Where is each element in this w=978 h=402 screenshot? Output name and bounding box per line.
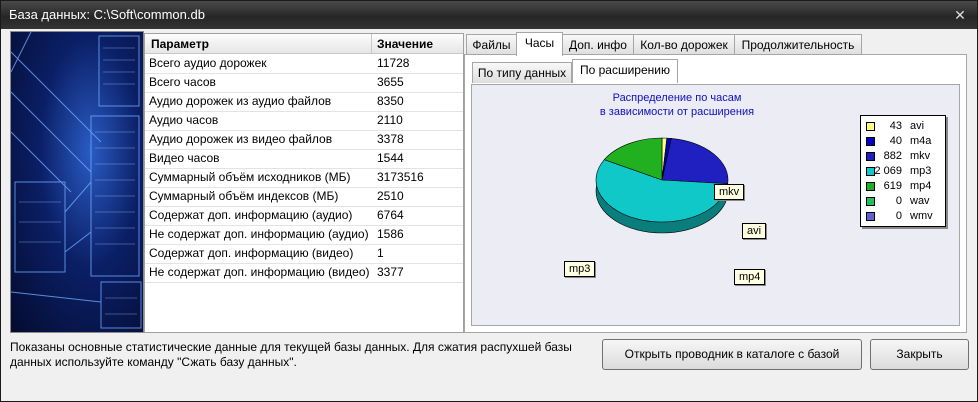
row-parameter: Не содержат доп. информацию (аудио) bbox=[149, 227, 369, 241]
row-value: 2110 bbox=[377, 113, 403, 127]
row-value: 1544 bbox=[377, 151, 404, 165]
row-value: 3377 bbox=[377, 265, 404, 279]
table-row[interactable]: Видео часов 1544 bbox=[145, 149, 463, 169]
table-row[interactable]: Аудио часов 2110 bbox=[145, 111, 463, 131]
legend-item-wmv: 0 wmv bbox=[864, 210, 944, 222]
database-stats-window: База данных: C:\Soft\common.db ✕ Парамет… bbox=[0, 0, 978, 402]
table-row[interactable]: Содержат доп. информацию (аудио) 6764 bbox=[145, 206, 463, 226]
row-value: 3378 bbox=[377, 132, 404, 146]
row-parameter: Содержат доп. информацию (видео) bbox=[149, 246, 354, 260]
open-explorer-button[interactable]: Открыть проводник в каталоге с базой bbox=[602, 339, 862, 370]
callout-mp3: mp3 bbox=[564, 261, 596, 277]
chart-legend: 43 avi 40 m4a 882 mkv 2 069 mp3 619 mp4 0 wav 0 wmv bbox=[860, 115, 946, 227]
legend-item-mp4: 619 mp4 bbox=[864, 180, 944, 192]
legend-label: m4a bbox=[910, 135, 932, 147]
row-value: 3655 bbox=[377, 75, 404, 89]
table-row[interactable]: Не содержат доп. информацию (аудио) 1586 bbox=[145, 225, 463, 245]
row-value: 3173516 bbox=[377, 170, 424, 184]
callout-mp4: mp4 bbox=[734, 269, 766, 285]
tab-files[interactable]: Файлы bbox=[466, 34, 517, 55]
row-value: 11728 bbox=[377, 56, 410, 70]
row-value: 1586 bbox=[377, 227, 404, 241]
pie-slice-mkv bbox=[661, 138, 729, 185]
callout-avi: avi bbox=[742, 223, 767, 239]
legend-item-wav: 0 wav bbox=[864, 195, 944, 207]
column-header-parameter[interactable]: Параметр bbox=[151, 37, 209, 51]
hours-tab-panel: По типу данных По расширению Распределен… bbox=[464, 54, 967, 333]
legend-item-m4a: 40 m4a bbox=[864, 135, 944, 147]
table-row[interactable]: Не содержат доп. информацию (видео) 3377 bbox=[145, 263, 463, 283]
legend-label: avi bbox=[910, 120, 925, 132]
table-row[interactable]: Суммарный объём индексов (МБ) 2510 bbox=[145, 187, 463, 207]
close-icon[interactable]: ✕ bbox=[951, 6, 969, 24]
row-parameter: Аудио дорожек из видео файлов bbox=[149, 132, 333, 146]
table-row[interactable]: Всего аудио дорожек 11728 bbox=[145, 54, 463, 74]
grid-header: Параметр Значение bbox=[145, 34, 463, 54]
row-parameter: Суммарный объём индексов (МБ) bbox=[149, 189, 339, 203]
tab-track-count[interactable]: Кол-во дорожек bbox=[633, 34, 735, 55]
legend-swatch bbox=[866, 152, 875, 161]
legend-label: wav bbox=[910, 195, 930, 207]
table-row[interactable]: Всего часов 3655 bbox=[145, 73, 463, 93]
close-button[interactable]: Закрыть bbox=[870, 339, 969, 370]
row-value: 1 bbox=[377, 246, 384, 260]
tab-hours[interactable]: Часы bbox=[516, 32, 563, 56]
title-bar[interactable]: База данных: C:\Soft\common.db ✕ bbox=[1, 1, 977, 29]
stats-grid[interactable]: Параметр Значение Всего аудио дорожек 117… bbox=[144, 33, 464, 333]
legend-swatch bbox=[866, 212, 875, 221]
legend-value: 2 069 bbox=[874, 165, 902, 177]
client-area: Параметр Значение Всего аудио дорожек 117… bbox=[7, 29, 971, 395]
legend-item-mp3: 2 069 mp3 bbox=[864, 165, 944, 177]
legend-label: mp4 bbox=[910, 180, 932, 192]
row-parameter: Содержат доп. информацию (аудио) bbox=[149, 208, 353, 222]
chart-panel: Распределение по часам в зависимости от … bbox=[471, 84, 960, 326]
legend-value: 619 bbox=[883, 180, 902, 192]
legend-label: mp3 bbox=[910, 165, 932, 177]
table-row[interactable]: Аудио дорожек из видео файлов 3378 bbox=[145, 130, 463, 150]
tab-extra-info[interactable]: Доп. инфо bbox=[562, 34, 634, 55]
row-parameter: Всего часов bbox=[149, 75, 216, 89]
tab-duration[interactable]: Продолжительность bbox=[734, 34, 862, 55]
table-row[interactable]: Содержат доп. информацию (видео) 1 bbox=[145, 244, 463, 264]
legend-swatch bbox=[866, 137, 875, 146]
status-description: Показаны основные статистические данные … bbox=[10, 340, 572, 369]
legend-value: 882 bbox=[883, 150, 902, 162]
legend-label: wmv bbox=[910, 210, 933, 222]
row-parameter: Суммарный объём исходников (МБ) bbox=[149, 170, 351, 184]
callout-mkv: mkv bbox=[714, 184, 745, 200]
legend-item-avi: 43 avi bbox=[864, 120, 944, 132]
column-header-value[interactable]: Значение bbox=[377, 37, 433, 51]
row-parameter: Аудио дорожек из аудио файлов bbox=[149, 94, 332, 108]
row-value: 2510 bbox=[377, 189, 404, 203]
legend-value: 0 bbox=[895, 195, 902, 207]
table-row[interactable]: Аудио дорожек из аудио файлов 8350 bbox=[145, 92, 463, 112]
row-parameter: Аудио часов bbox=[149, 113, 219, 127]
table-row[interactable]: Суммарный объём исходников (МБ) 3173516 bbox=[145, 168, 463, 188]
legend-value: 40 bbox=[889, 135, 902, 147]
legend-value: 0 bbox=[895, 210, 902, 222]
legend-swatch bbox=[866, 122, 875, 131]
row-parameter: Всего аудио дорожек bbox=[149, 56, 267, 70]
row-parameter: Не содержат доп. информацию (видео) bbox=[149, 265, 370, 279]
subtab-by-extension[interactable]: По расширению bbox=[572, 59, 678, 83]
window-title: База данных: C:\Soft\common.db bbox=[9, 7, 205, 22]
row-value: 8350 bbox=[377, 94, 404, 108]
database-decorative-image bbox=[10, 31, 144, 333]
legend-swatch bbox=[866, 197, 875, 206]
database-art-graphic bbox=[11, 32, 142, 329]
subtab-by-data-type[interactable]: По типу данных bbox=[472, 62, 572, 83]
legend-value: 43 bbox=[889, 120, 902, 132]
row-value: 6764 bbox=[377, 208, 404, 222]
legend-swatch bbox=[866, 182, 875, 191]
legend-item-mkv: 882 mkv bbox=[864, 150, 944, 162]
row-parameter: Видео часов bbox=[149, 151, 220, 165]
legend-label: mkv bbox=[910, 150, 931, 162]
